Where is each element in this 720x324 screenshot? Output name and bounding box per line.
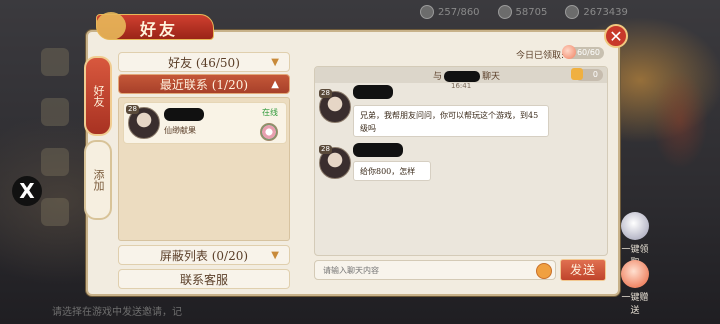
- message-timestamp: 16:41: [451, 82, 472, 90]
- group-blocked-label: 屏蔽列表 (0/20): [159, 249, 249, 263]
- chevron-down-icon: ▼: [271, 250, 279, 261]
- cloud-ornament-icon: [96, 12, 126, 40]
- currency-bar: 257/860 58705 2673439: [420, 0, 720, 24]
- online-status: 在线: [262, 108, 278, 117]
- claim-icon: [621, 212, 649, 240]
- send-button[interactable]: 发送: [560, 259, 606, 281]
- level-badge: 28: [319, 145, 332, 154]
- panel-title-banner: 好友: [96, 10, 214, 42]
- currency-silver: 58705: [497, 5, 548, 19]
- one-click-gift-button[interactable]: 一键赠送: [618, 260, 652, 316]
- left-menu-icon[interactable]: [41, 198, 69, 226]
- stamina-value: 257/860: [438, 6, 480, 18]
- tab-friends[interactable]: 好友: [84, 56, 112, 136]
- stamina-icon: [420, 5, 434, 19]
- group-friends-label: 好友 (46/50): [168, 56, 240, 70]
- list-item[interactable]: 28 在线 仙缈献果: [123, 102, 287, 144]
- bottom-ticker: 请选择在游戏中发送邀请，记: [52, 307, 182, 318]
- group-recent-label: 最近联系 (1/20): [159, 78, 249, 92]
- level-badge: 28: [319, 89, 332, 98]
- left-menu-icon[interactable]: [41, 48, 69, 76]
- tab-add[interactable]: 添加: [84, 140, 112, 220]
- claimed-value: 60/60: [576, 48, 600, 57]
- gold-coin-icon: [565, 5, 580, 19]
- tab-add-label: 添加: [92, 169, 105, 191]
- right-scene-deco: [640, 40, 720, 240]
- gift-icon[interactable]: [260, 123, 278, 141]
- redacted-name: [353, 85, 393, 99]
- like-count: 0: [592, 70, 598, 79]
- gold-value: 2673439: [583, 6, 628, 18]
- chat-message: 给你800，怎样: [353, 161, 431, 181]
- contact-support-button[interactable]: 联系客服: [118, 269, 290, 289]
- group-blocked-header[interactable]: 屏蔽列表 (0/20) ▼: [118, 245, 290, 265]
- claimed-label: 今日已领取:: [515, 51, 564, 61]
- daily-claim-bar: 今日已领取: 60/60: [300, 44, 608, 66]
- silver-value: 58705: [515, 6, 548, 18]
- group-recent-header[interactable]: 最近联系 (1/20) ▲: [118, 74, 290, 94]
- chat-input-row: 发送: [314, 258, 606, 284]
- peach-icon: [562, 45, 576, 59]
- redacted-name: [444, 71, 481, 82]
- tab-friends-label: 好友: [92, 85, 105, 107]
- like-counter[interactable]: 0: [571, 68, 603, 81]
- contact-support-label: 联系客服: [179, 273, 228, 287]
- chat-message: 兄弟，我帮朋友问问，你可以帮玩这个游戏，到45级吗: [353, 105, 549, 137]
- peach-gift-icon: [621, 260, 649, 288]
- level-badge: 28: [126, 105, 139, 114]
- chat-input[interactable]: [314, 260, 556, 280]
- chat-partner: 与聊天: [433, 71, 501, 82]
- emoji-icon[interactable]: [536, 263, 552, 279]
- redacted-name: [353, 143, 403, 157]
- recent-contact-list: 28 在线 仙缈献果: [118, 97, 290, 241]
- chat-window[interactable]: 与聊天 0 16:41 28 兄弟，我帮朋友问问，你可以帮玩这个游戏，到45级吗…: [314, 66, 608, 256]
- left-menu-strip: [38, 48, 72, 238]
- chevron-down-icon: ▼: [271, 57, 279, 68]
- x-logo-icon[interactable]: X: [12, 176, 42, 206]
- silver-coin-icon: [497, 5, 512, 19]
- claimed-counter: 60/60: [562, 45, 604, 59]
- chevron-up-icon: ▲: [271, 79, 279, 90]
- friend-list-column: 好友 (46/50) ▼ 最近联系 (1/20) ▲ 28 在线 仙缈献果 屏蔽…: [118, 52, 290, 289]
- currency-gold: 2673439: [565, 5, 628, 19]
- friend-subtitle: 仙缈献果: [164, 126, 196, 135]
- redacted-name: [164, 108, 204, 121]
- panel-title: 好友: [140, 20, 179, 39]
- currency-stamina: 257/860: [420, 5, 480, 19]
- group-friends-header[interactable]: 好友 (46/50) ▼: [118, 52, 290, 72]
- thumbs-up-icon: [571, 68, 583, 80]
- left-menu-icon[interactable]: [41, 98, 69, 126]
- chat-header: 与聊天 0: [315, 67, 607, 83]
- left-menu-icon[interactable]: [41, 148, 69, 176]
